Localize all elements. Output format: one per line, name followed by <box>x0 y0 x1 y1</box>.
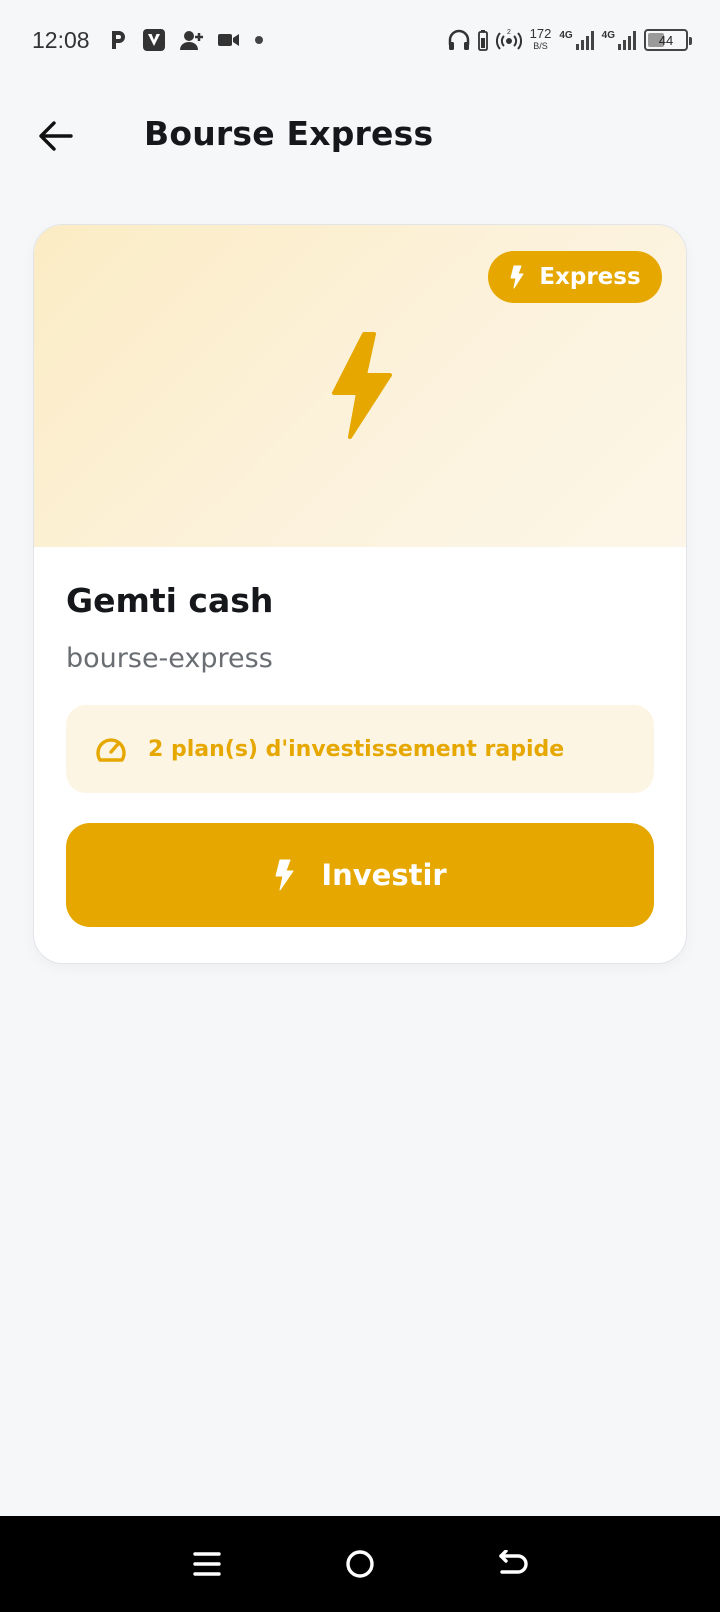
badge-label: Express <box>539 264 641 290</box>
page-title: Bourse Express <box>144 114 434 153</box>
plans-info-text: 2 plan(s) d'investissement rapide <box>148 736 565 762</box>
hotspot-icon: 2 <box>495 29 522 51</box>
back-button[interactable] <box>36 116 76 156</box>
signal-icon: 4G <box>559 30 594 50</box>
plans-info: 2 plan(s) d'investissement rapide <box>66 705 654 793</box>
lightning-icon <box>330 331 394 445</box>
battery-icon: 44 <box>644 29 692 51</box>
card-banner: Express <box>34 225 686 547</box>
dot-icon <box>254 35 264 45</box>
svg-text:2: 2 <box>507 29 511 36</box>
video-icon <box>217 32 240 48</box>
add-user-icon <box>179 29 204 51</box>
menu-nav-button[interactable] <box>177 1534 237 1594</box>
back-arrow-icon <box>499 1550 528 1574</box>
system-nav-bar <box>0 1516 720 1612</box>
headphones-icon <box>448 29 470 51</box>
network-speed: 172 B/S <box>529 26 552 51</box>
menu-icon <box>192 1552 221 1576</box>
v-icon <box>142 28 166 52</box>
status-time: 12:08 <box>32 26 90 53</box>
signal-icon-2: 4G <box>602 30 636 50</box>
speedometer-icon <box>96 738 126 762</box>
express-badge: Express <box>488 251 662 303</box>
card-body: Gemti cash bourse-express 2 plan(s) d'in… <box>34 547 686 963</box>
company-card[interactable]: Express Gemti cash bourse-express 2 plan… <box>33 224 687 964</box>
app-header: Bourse Express <box>0 100 720 172</box>
p-icon <box>108 29 128 51</box>
invest-button[interactable]: Investir <box>66 823 654 927</box>
bolt-icon <box>510 265 524 289</box>
home-nav-button[interactable] <box>330 1534 390 1594</box>
home-circle-icon <box>346 1550 374 1578</box>
invest-button-label: Investir <box>321 858 447 892</box>
status-bar: 12:08 2 172 B/S 4G 4G 44 <box>0 0 720 80</box>
status-system-icons: 2 172 B/S 4G 4G 44 <box>448 26 692 52</box>
back-nav-button[interactable] <box>483 1534 543 1594</box>
company-slug: bourse-express <box>66 643 273 674</box>
bolt-icon <box>275 859 294 891</box>
battery-saver-icon <box>477 29 488 51</box>
company-name: Gemti cash <box>66 581 274 620</box>
arrow-left-icon <box>39 121 73 151</box>
notification-icons <box>108 28 264 52</box>
